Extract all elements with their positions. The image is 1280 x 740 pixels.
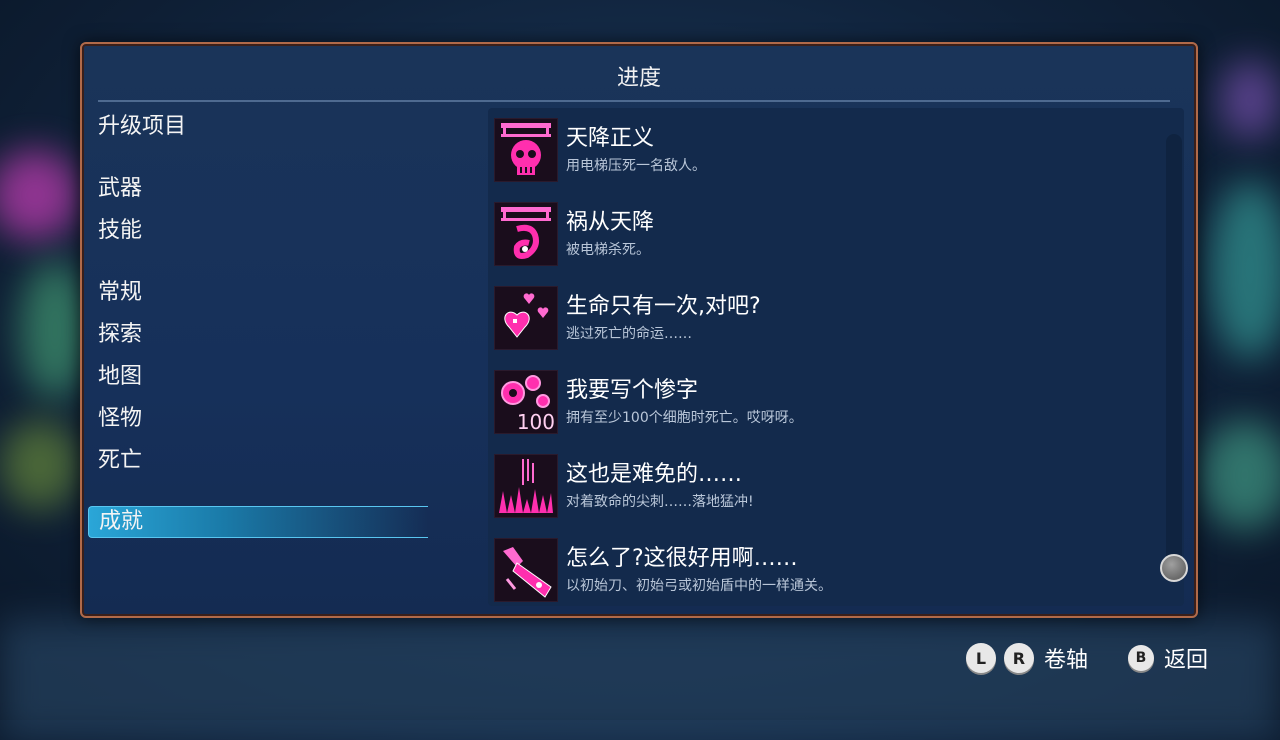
scroll-hint-label: 卷轴	[1043, 648, 1088, 673]
button-hints: L R 卷轴 B 返回	[965, 640, 1208, 676]
category-upgrades[interactable]: 升级项目	[98, 112, 186, 142]
background-glow	[1210, 180, 1280, 360]
achievement-item[interactable]: 天降正义 用电梯压死一名敌人。	[494, 118, 1134, 184]
b-button-icon: B	[1127, 645, 1154, 671]
background-glow	[0, 620, 1280, 740]
achievement-desc: 对着致命的尖刺……落地猛冲!	[566, 494, 754, 510]
achievement-title: 祸从天降	[566, 210, 655, 235]
achievement-desc: 逃过死亡的命运……	[566, 326, 692, 342]
scrollbar-thumb[interactable]	[1160, 554, 1188, 582]
starter-weapon-icon	[494, 538, 558, 602]
background-glow	[1220, 60, 1280, 140]
cells-100-icon: 100	[494, 370, 558, 434]
achievement-item[interactable]: 这也是难免的…… 对着致命的尖刺……落地猛冲!	[494, 454, 1134, 520]
spikes-icon	[494, 454, 558, 518]
cells-count-text: 100	[517, 410, 555, 433]
rb-button-icon: R	[1003, 643, 1034, 673]
achievement-desc: 以初始刀、初始弓或初始盾中的一样通关。	[566, 578, 832, 594]
scrollbar-track[interactable]	[1166, 134, 1182, 574]
achievement-title: 怎么了?这很好用啊……	[566, 546, 798, 571]
achievement-desc: 用电梯压死一名敌人。	[566, 158, 706, 174]
category-general[interactable]: 常规	[98, 278, 142, 308]
achievement-item[interactable]: 祸从天降 被电梯杀死。	[494, 202, 1134, 268]
elevator-crushed-icon	[494, 202, 558, 266]
category-achievements[interactable]: 成就	[88, 506, 428, 538]
back-hint[interactable]: B 返回	[1127, 642, 1208, 674]
achievement-title: 我要写个惨字	[566, 378, 699, 403]
lb-button-icon: L	[965, 643, 996, 673]
category-deaths[interactable]: 死亡	[98, 446, 142, 476]
category-list: 升级项目 武器 技能 常规 探索 地图 怪物 死亡 成就	[82, 44, 482, 616]
achievement-item[interactable]: 怎么了?这很好用啊…… 以初始刀、初始弓或初始盾中的一样通关。	[494, 538, 1134, 604]
achievement-item[interactable]: 生命只有一次,对吧? 逃过死亡的命运……	[494, 286, 1134, 352]
background-glow	[0, 420, 80, 510]
elevator-skull-icon	[494, 118, 558, 182]
achievement-desc: 被电梯杀死。	[566, 242, 650, 258]
category-exploration[interactable]: 探索	[98, 320, 142, 350]
category-map[interactable]: 地图	[98, 362, 142, 392]
achievement-title: 天降正义	[566, 126, 655, 151]
category-weapons[interactable]: 武器	[98, 174, 142, 204]
background-glow	[1200, 420, 1280, 530]
category-monsters[interactable]: 怪物	[98, 404, 142, 434]
back-hint-label: 返回	[1163, 648, 1208, 673]
achievement-list: 天降正义 用电梯压死一名敌人。 祸从天降 被电梯杀死。 生命只有一次,对吧? 逃…	[488, 108, 1184, 606]
background-glow	[0, 150, 80, 240]
progress-panel: 进度 升级项目 武器 技能 常规 探索 地图 怪物 死亡 成就 天降正义 用电梯…	[80, 42, 1198, 618]
achievement-desc: 拥有至少100个细胞时死亡。哎呀呀。	[566, 410, 803, 426]
achievement-title: 生命只有一次,对吧?	[566, 294, 761, 319]
achievement-item[interactable]: 100 我要写个惨字 拥有至少100个细胞时死亡。哎呀呀。	[494, 370, 1134, 436]
scroll-hint[interactable]: L R 卷轴	[965, 642, 1088, 674]
achievement-title: 这也是难免的……	[566, 462, 743, 487]
category-skills[interactable]: 技能	[98, 216, 142, 246]
hearts-icon	[494, 286, 558, 350]
